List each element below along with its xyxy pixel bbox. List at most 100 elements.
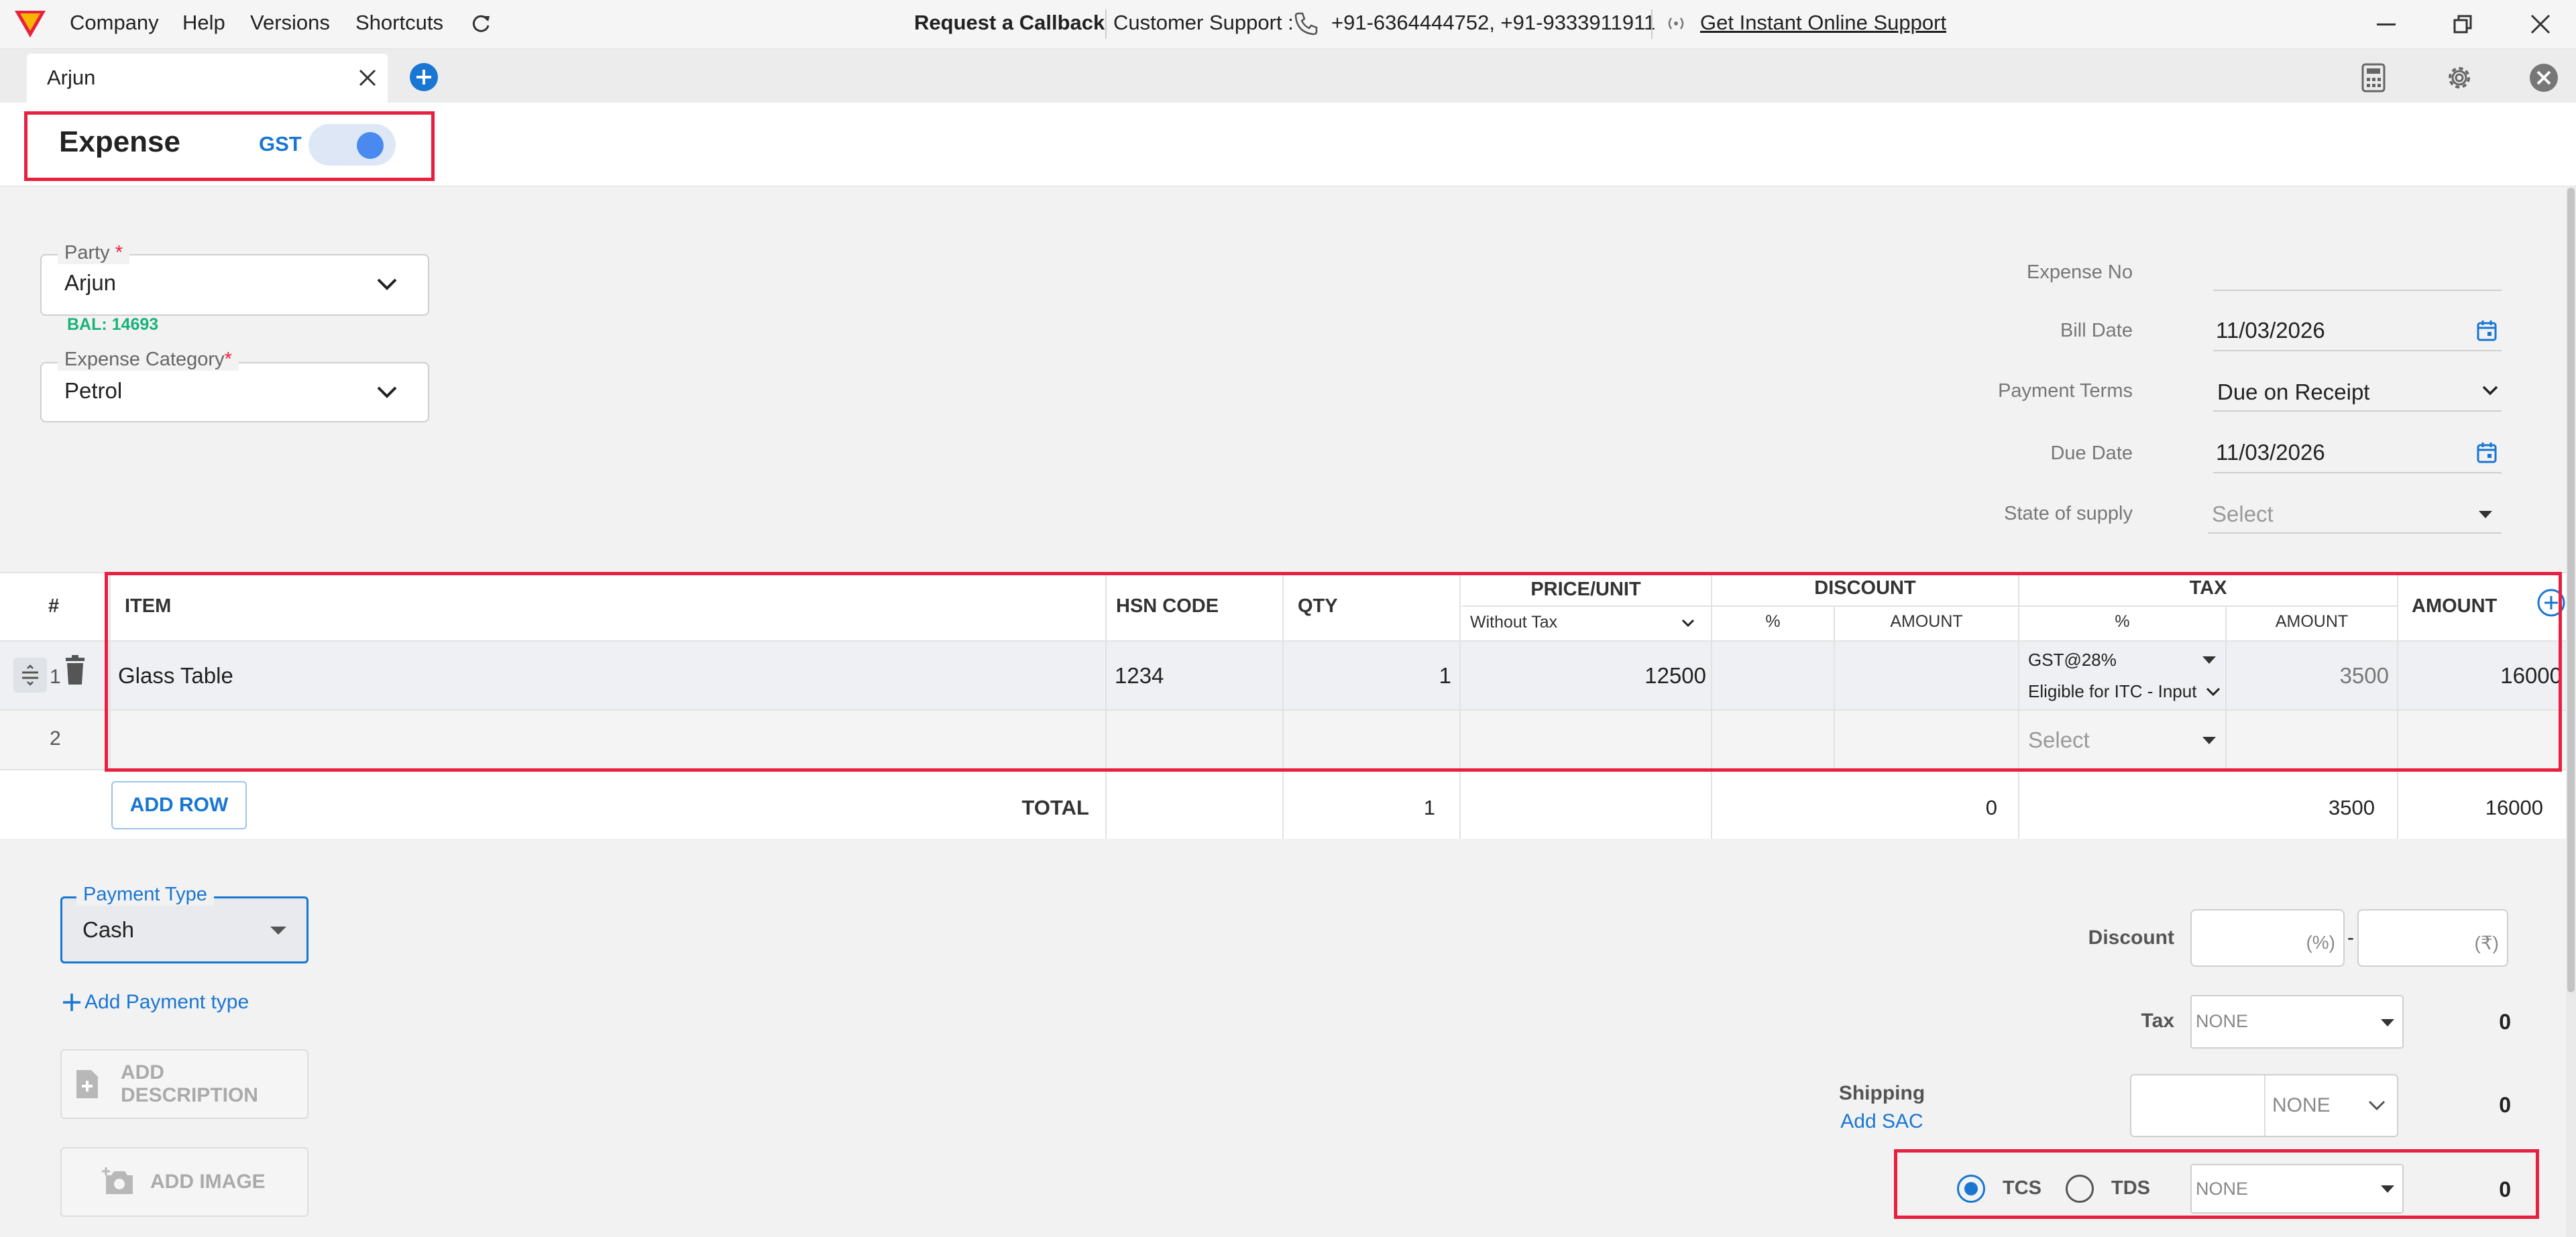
tax-label: Tax bbox=[2141, 1010, 2174, 1032]
payment-type-label: Payment Type bbox=[76, 884, 214, 906]
chevron-down-icon bbox=[2482, 386, 2498, 396]
percent-suffix: (%) bbox=[2306, 932, 2335, 953]
title-bar: Company Help Versions Shortcuts Request … bbox=[0, 0, 2576, 49]
caret-down-icon bbox=[2381, 1019, 2394, 1026]
divider bbox=[2264, 1075, 2265, 1136]
party-label: Party * bbox=[58, 242, 130, 264]
radio-dot bbox=[1964, 1182, 1978, 1195]
tcs-radio[interactable] bbox=[1957, 1175, 1985, 1203]
gst-label: GST bbox=[259, 132, 302, 156]
items-table: # ITEM HSN CODE QTY PRICE/UNIT Without T… bbox=[0, 572, 2576, 839]
app-logo-icon bbox=[15, 11, 46, 38]
close-form-icon[interactable] bbox=[2528, 62, 2559, 93]
toggle-knob bbox=[357, 132, 384, 159]
tab-arjun[interactable]: Arjun bbox=[27, 54, 388, 103]
state-of-supply-select[interactable]: Select bbox=[2208, 495, 2502, 534]
settings-gear-icon[interactable] bbox=[2444, 62, 2475, 93]
bill-date-label: Bill Date bbox=[2060, 320, 2133, 341]
state-of-supply-label: State of supply bbox=[2004, 503, 2133, 524]
add-payment-type-label: Add Payment type bbox=[85, 991, 249, 1013]
refresh-icon[interactable] bbox=[469, 12, 492, 35]
phone-icon bbox=[1294, 12, 1318, 36]
total-discount: 0 bbox=[1985, 796, 1997, 819]
total-amount: 16000 bbox=[2485, 796, 2543, 819]
calendar-icon[interactable] bbox=[2476, 319, 2498, 342]
add-image-label: ADD IMAGE bbox=[150, 1171, 266, 1193]
party-value: Arjun bbox=[64, 270, 117, 295]
add-sac-link[interactable]: Add SAC bbox=[1838, 1110, 1926, 1133]
tcs-total: 0 bbox=[2499, 1177, 2511, 1201]
payment-terms-select[interactable]: Due on Receipt bbox=[2213, 373, 2502, 412]
divider bbox=[1105, 9, 1107, 39]
payment-terms-label: Payment Terms bbox=[1998, 380, 2133, 402]
menu-shortcuts[interactable]: Shortcuts bbox=[355, 11, 443, 35]
close-window-icon[interactable] bbox=[2530, 13, 2551, 35]
expense-category-select[interactable]: Petrol bbox=[40, 362, 429, 422]
document-add-icon bbox=[76, 1070, 98, 1098]
restore-icon[interactable] bbox=[2453, 14, 2473, 34]
scrollbar-track[interactable] bbox=[2566, 188, 2576, 1237]
calendar-icon[interactable] bbox=[2476, 441, 2498, 464]
add-payment-type-link[interactable]: Add Payment type bbox=[62, 991, 249, 1014]
shipping-label: Shipping bbox=[1838, 1082, 1925, 1104]
online-support-link[interactable]: Get Instant Online Support bbox=[1700, 11, 1946, 35]
tcs-label: TCS bbox=[2003, 1177, 2041, 1199]
page-title: Expense bbox=[59, 125, 180, 158]
row-number: 2 bbox=[50, 727, 61, 750]
payment-terms-value: Due on Receipt bbox=[2217, 379, 2370, 404]
bill-date-value: 11/03/2026 bbox=[2216, 318, 2325, 343]
discount-amount-input[interactable]: (₹) bbox=[2357, 909, 2508, 967]
calculator-icon[interactable] bbox=[2360, 63, 2387, 93]
shipping-select-value[interactable]: NONE bbox=[2272, 1094, 2331, 1117]
tax-select[interactable]: NONE bbox=[2190, 995, 2404, 1049]
tax-total: 0 bbox=[2499, 1010, 2511, 1034]
add-description-button[interactable]: ADD DESCRIPTION bbox=[60, 1049, 309, 1119]
payment-type-select[interactable]: Cash bbox=[60, 896, 309, 963]
discount-percent-input[interactable]: (%) bbox=[2190, 909, 2345, 967]
add-row-button[interactable]: ADD ROW bbox=[111, 781, 247, 829]
support-numbers[interactable]: +91-6364444752, +91-9333911911 bbox=[1331, 11, 1655, 35]
request-callback-link[interactable]: Request a Callback bbox=[914, 11, 1105, 35]
due-date-label: Due Date bbox=[2050, 443, 2133, 464]
menu-company[interactable]: Company bbox=[70, 11, 159, 35]
form-header: Expense GST bbox=[0, 103, 2576, 186]
expense-no-input[interactable] bbox=[2213, 256, 2502, 291]
highlight-box bbox=[105, 572, 2562, 772]
total-tax: 3500 bbox=[2329, 796, 2375, 819]
plus-icon bbox=[63, 994, 80, 1011]
total-qty: 1 bbox=[1423, 796, 1435, 819]
caret-down-icon bbox=[2479, 511, 2492, 518]
shipping-total: 0 bbox=[2499, 1093, 2511, 1117]
tcs-rate-select[interactable]: NONE bbox=[2190, 1164, 2404, 1214]
add-tab-icon[interactable] bbox=[409, 62, 439, 92]
scrollbar-thumb[interactable] bbox=[2567, 188, 2575, 992]
rupee-suffix: (₹) bbox=[2474, 933, 2499, 953]
chevron-down-icon bbox=[2368, 1100, 2386, 1111]
discount-label: Discount bbox=[2088, 927, 2174, 949]
add-description-label: ADD DESCRIPTION bbox=[120, 1061, 258, 1106]
due-date-input[interactable]: 11/03/2026 bbox=[2213, 434, 2502, 473]
minimize-icon[interactable] bbox=[2377, 23, 2396, 25]
bill-date-input[interactable]: 11/03/2026 bbox=[2213, 312, 2502, 351]
caret-down-icon bbox=[2381, 1185, 2394, 1193]
total-label: TOTAL bbox=[1021, 796, 1089, 819]
category-label: Expense Category* bbox=[58, 349, 239, 371]
gst-toggle[interactable] bbox=[309, 124, 396, 166]
add-image-button[interactable]: ADD IMAGE bbox=[60, 1147, 309, 1217]
close-tab-icon[interactable] bbox=[358, 68, 377, 87]
chevron-down-icon bbox=[377, 386, 397, 398]
menu-help[interactable]: Help bbox=[182, 11, 225, 35]
caret-down-icon bbox=[270, 927, 286, 935]
drag-handle[interactable] bbox=[13, 658, 47, 693]
divider bbox=[1651, 9, 1653, 39]
col-header-num: # bbox=[48, 595, 60, 617]
camera-add-icon bbox=[102, 1167, 133, 1194]
chevron-down-icon bbox=[377, 278, 397, 290]
delete-trash-icon[interactable] bbox=[62, 655, 89, 686]
tds-radio[interactable] bbox=[2066, 1175, 2094, 1203]
shipping-input[interactable]: NONE bbox=[2130, 1074, 2398, 1137]
tax-select-value: NONE bbox=[2196, 1011, 2249, 1031]
expense-no-label: Expense No bbox=[2027, 261, 2133, 283]
payment-type-value: Cash bbox=[82, 917, 135, 942]
menu-versions[interactable]: Versions bbox=[250, 11, 330, 35]
